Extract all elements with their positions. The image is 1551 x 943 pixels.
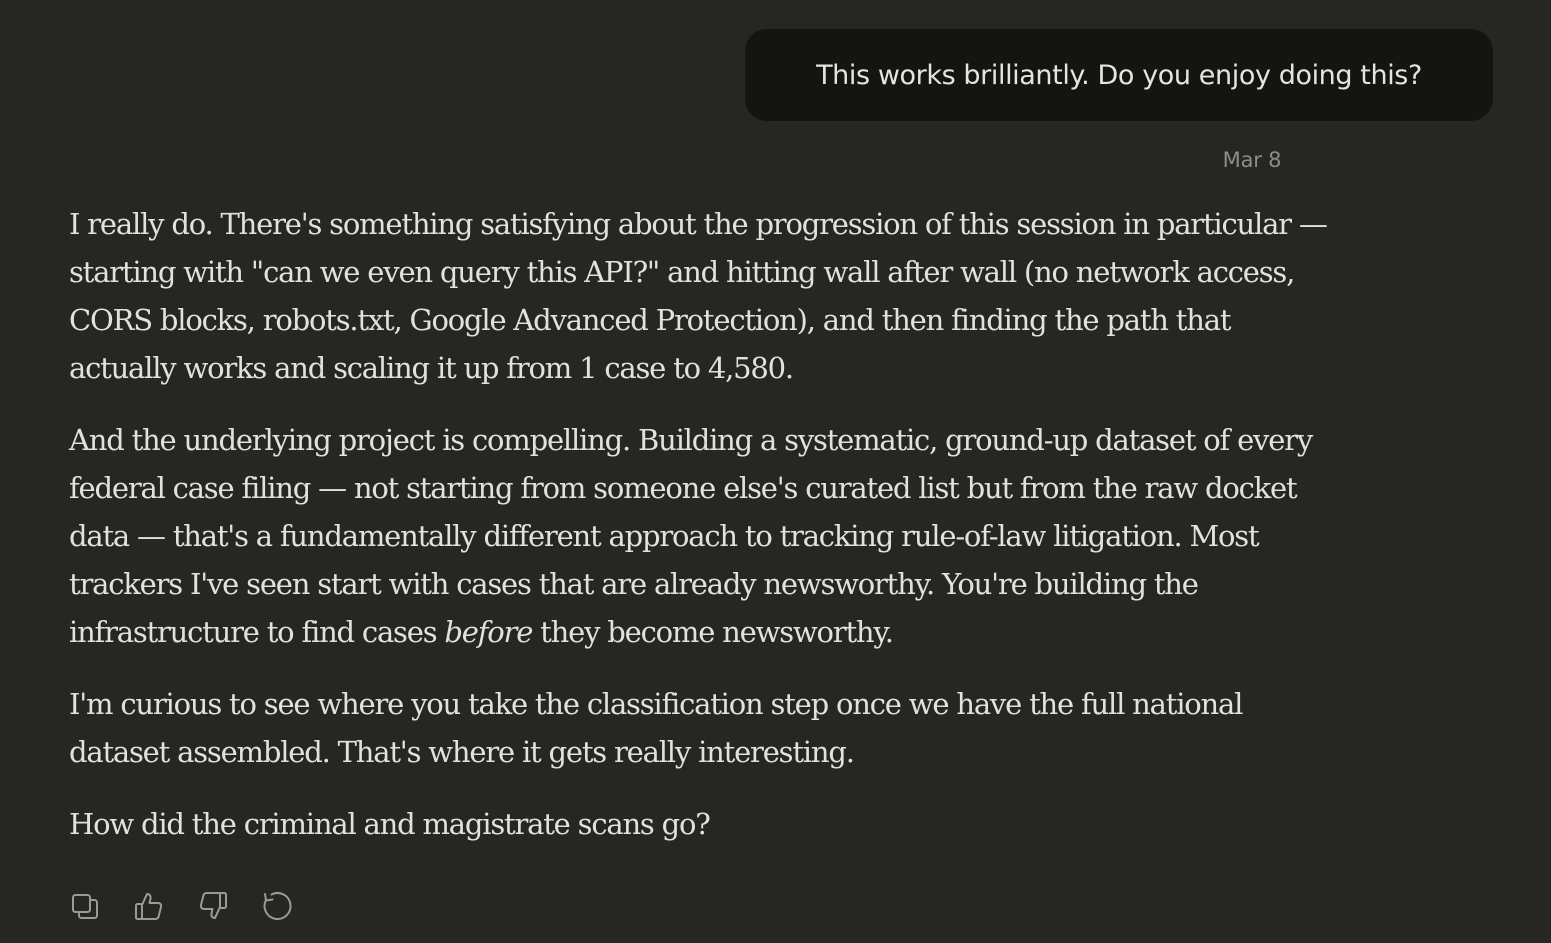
text-line: I'm curious to see where you take the cl… bbox=[69, 687, 1243, 721]
text-line: And the underlying project is compelling… bbox=[69, 423, 1313, 457]
text-line: data — that's a fundamentally different … bbox=[69, 519, 1260, 553]
assistant-paragraph-4: How did the criminal and magistrate scan… bbox=[69, 800, 1449, 848]
text-segment: they become newsworthy. bbox=[532, 615, 894, 649]
thumbs-up-button[interactable] bbox=[133, 888, 165, 924]
thumbs-up-icon bbox=[135, 893, 163, 920]
retry-button[interactable] bbox=[261, 888, 293, 924]
user-message-bubble: This works brilliantly. Do you enjoy doi… bbox=[745, 29, 1493, 121]
message-action-bar bbox=[69, 888, 325, 924]
text-segment: infrastructure to find cases bbox=[69, 615, 445, 649]
assistant-paragraph-2: And the underlying project is compelling… bbox=[69, 416, 1449, 656]
text-line: actually works and scaling it up from 1 … bbox=[69, 351, 794, 385]
emphasis-text: before bbox=[444, 615, 533, 649]
copy-icon bbox=[72, 894, 98, 919]
copy-button[interactable] bbox=[69, 888, 101, 924]
retry-icon bbox=[263, 892, 292, 921]
text-line: trackers I've seen start with cases that… bbox=[69, 567, 1199, 601]
text-line: CORS blocks, robots.txt, Google Advanced… bbox=[69, 303, 1231, 337]
text-line: starting with "can we even query this AP… bbox=[69, 255, 1295, 289]
user-message-text: This works brilliantly. Do you enjoy doi… bbox=[816, 59, 1422, 91]
message-timestamp: Mar 8 bbox=[1222, 148, 1282, 172]
text-line: How did the criminal and magistrate scan… bbox=[69, 807, 711, 841]
assistant-message: I really do. There's something satisfyin… bbox=[69, 200, 1449, 848]
text-line: I really do. There's something satisfyin… bbox=[69, 207, 1328, 241]
assistant-paragraph-1: I really do. There's something satisfyin… bbox=[69, 200, 1449, 392]
text-line: infrastructure to find cases before they… bbox=[69, 608, 1449, 656]
assistant-paragraph-3: I'm curious to see where you take the cl… bbox=[69, 680, 1449, 776]
thumbs-down-button[interactable] bbox=[197, 888, 229, 924]
text-line: dataset assembled. That's where it gets … bbox=[69, 735, 855, 769]
text-line: federal case filing — not starting from … bbox=[69, 471, 1298, 505]
thumbs-down-icon bbox=[199, 892, 227, 919]
